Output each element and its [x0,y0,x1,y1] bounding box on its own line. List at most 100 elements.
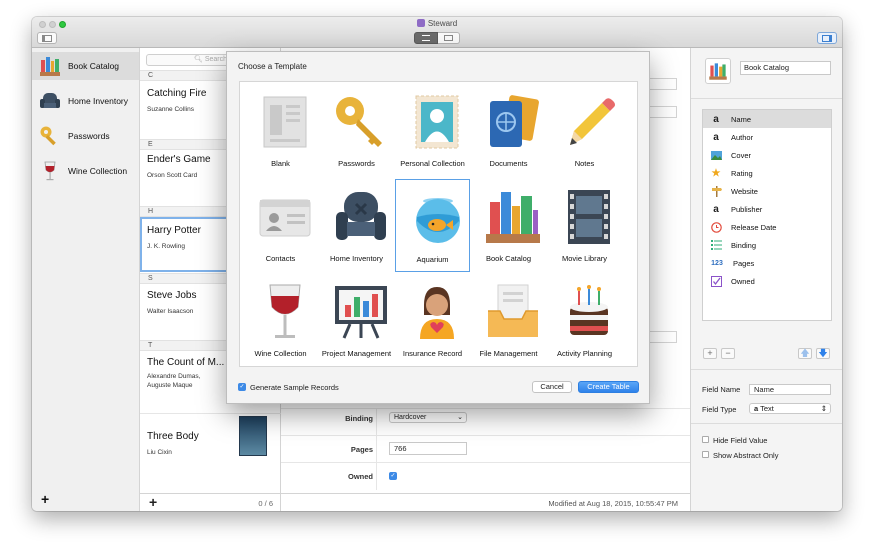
move-field-up-button[interactable]: 🡅︎ [798,348,812,359]
field-row-binding: Binding Hardcover ⌄ [281,408,690,436]
window-title-text: Steward [427,19,458,28]
image-icon [710,149,722,161]
field-item-owned[interactable]: Owned [703,272,831,290]
field-item-label: Owned [731,276,755,286]
grid-view-button[interactable] [437,32,460,44]
sidebar-item-label: Book Catalog [68,61,120,71]
template-label: Aquarium [416,255,449,264]
field-type-label: Field Type [702,405,737,414]
cancel-button[interactable]: Cancel [532,381,572,393]
template-blank[interactable]: Blank [243,84,318,177]
star-icon: ★ [711,167,721,179]
pages-input[interactable]: 766 [389,442,467,455]
books-icon [484,188,542,246]
template-personal-collection[interactable]: Personal Collection [395,84,470,177]
field-divider [376,436,377,463]
field-item-website[interactable]: Website [703,182,831,200]
field-name-input[interactable]: Name [749,384,831,395]
field-item-release-date[interactable]: Release Date [703,218,831,236]
field-item-name[interactable]: a Name [703,110,831,128]
detail-field-partial[interactable] [647,78,677,90]
binding-select[interactable]: Hardcover ⌄ [389,412,467,423]
sidebar-item-home-inventory[interactable]: Home Inventory [32,87,139,115]
template-label: Notes [574,159,595,168]
wine-glass-icon [39,160,61,182]
create-table-button[interactable]: Create Table [578,381,639,393]
template-passwords[interactable]: Passwords [319,84,394,177]
sidebar-item-book-catalog[interactable]: Book Catalog [32,52,139,80]
template-movie-library[interactable]: Movie Library [547,179,622,272]
detail-footer: Modified at Aug 18, 2015, 10:55:47 PM [281,493,690,511]
sidebar-item-wine-collection[interactable]: Wine Collection [32,157,139,185]
field-item-binding[interactable]: Binding [703,236,831,254]
template-documents[interactable]: Documents [471,84,546,177]
fishbowl-icon [409,189,467,247]
wine-glass-icon [256,283,314,341]
record-subtitle-line1: Alexandre Dumas, [147,373,201,380]
table-icon-well[interactable] [705,58,731,84]
list-view-button[interactable] [414,32,438,44]
pencil-icon [560,93,618,151]
text-a-icon: a [713,131,719,143]
field-item-cover[interactable]: Cover [703,146,831,164]
template-project-management[interactable]: Project Management [319,274,394,367]
template-wine-collection[interactable]: Wine Collection [243,274,318,367]
field-row-pages: Pages 766 [281,435,690,463]
field-item-label: Pages [733,258,755,268]
template-book-catalog[interactable]: Book Catalog [471,179,546,272]
field-label: Pages [350,445,373,454]
field-item-rating[interactable]: ★ Rating [703,164,831,182]
toggle-inspector-button[interactable] [817,32,837,44]
id-card-icon [256,188,314,246]
dialog-title: Choose a Template [238,62,307,71]
template-grid: Blank Passwords Personal Collection Docu… [239,81,638,367]
app-icon [416,19,425,27]
birthday-cake-icon [560,283,618,341]
table-name-field[interactable]: Book Catalog [740,61,831,75]
field-item-label: Author [731,132,754,142]
chevron-down-icon: ⌄ [457,414,463,421]
field-item-publisher[interactable]: a Publisher [703,200,831,218]
sidebar-item-passwords[interactable]: Passwords [32,122,139,150]
remove-field-item-button[interactable]: − [721,348,735,359]
detail-field-partial[interactable] [647,106,677,118]
binding-value: Hardcover [394,414,427,421]
add-table-button[interactable]: + [41,491,49,507]
armchair-icon [39,90,61,112]
template-activity-planning[interactable]: Activity Planning [547,274,622,367]
show-abstract-checkbox[interactable] [702,451,709,458]
generate-sample-records-checkbox[interactable]: ✓ [238,383,246,391]
inbox-tray-icon [484,283,542,341]
checkbox-icon [710,275,722,287]
template-aquarium[interactable]: Aquarium [395,179,470,272]
person-heart-icon [408,283,466,341]
inspector-icon [822,35,832,42]
field-item-author[interactable]: a Author [703,128,831,146]
add-field-item-button[interactable]: + [703,348,717,359]
hide-field-value-label: Hide Field Value [713,436,768,445]
template-contacts[interactable]: Contacts [243,179,318,272]
choose-template-dialog: Choose a Template Blank Passwords Person… [226,51,650,404]
template-insurance-record[interactable]: Insurance Record [395,274,470,367]
template-file-management[interactable]: File Management [471,274,546,367]
fields-list: a Name a Author Cover ★ Rating Website a Pub… [702,109,832,321]
add-record-button[interactable]: + [149,494,157,510]
template-label: Passwords [338,159,375,168]
hide-field-value-checkbox[interactable] [702,436,709,443]
owned-checkbox[interactable]: ✓ [389,472,397,480]
detail-field-partial[interactable] [647,331,677,343]
field-row-owned: Owned ✓ [281,462,690,490]
text-a-icon: a [754,404,759,413]
generate-sample-records-label: Generate Sample Records [250,383,339,392]
signpost-icon [710,185,722,197]
list-footer: + 0 / 6 [140,493,281,511]
field-item-pages[interactable]: 123 Pages [703,254,831,272]
template-home-inventory[interactable]: Home Inventory [319,179,394,272]
template-label: Insurance Record [402,349,463,358]
template-label: Blank [271,159,290,168]
field-type-select[interactable]: a Text ⇕ [749,403,831,414]
template-notes[interactable]: Notes [547,84,622,177]
toggle-sidebar-button[interactable] [37,32,57,44]
move-field-down-button[interactable]: 🡇︎ [816,348,830,359]
field-item-label: Cover [731,150,752,160]
